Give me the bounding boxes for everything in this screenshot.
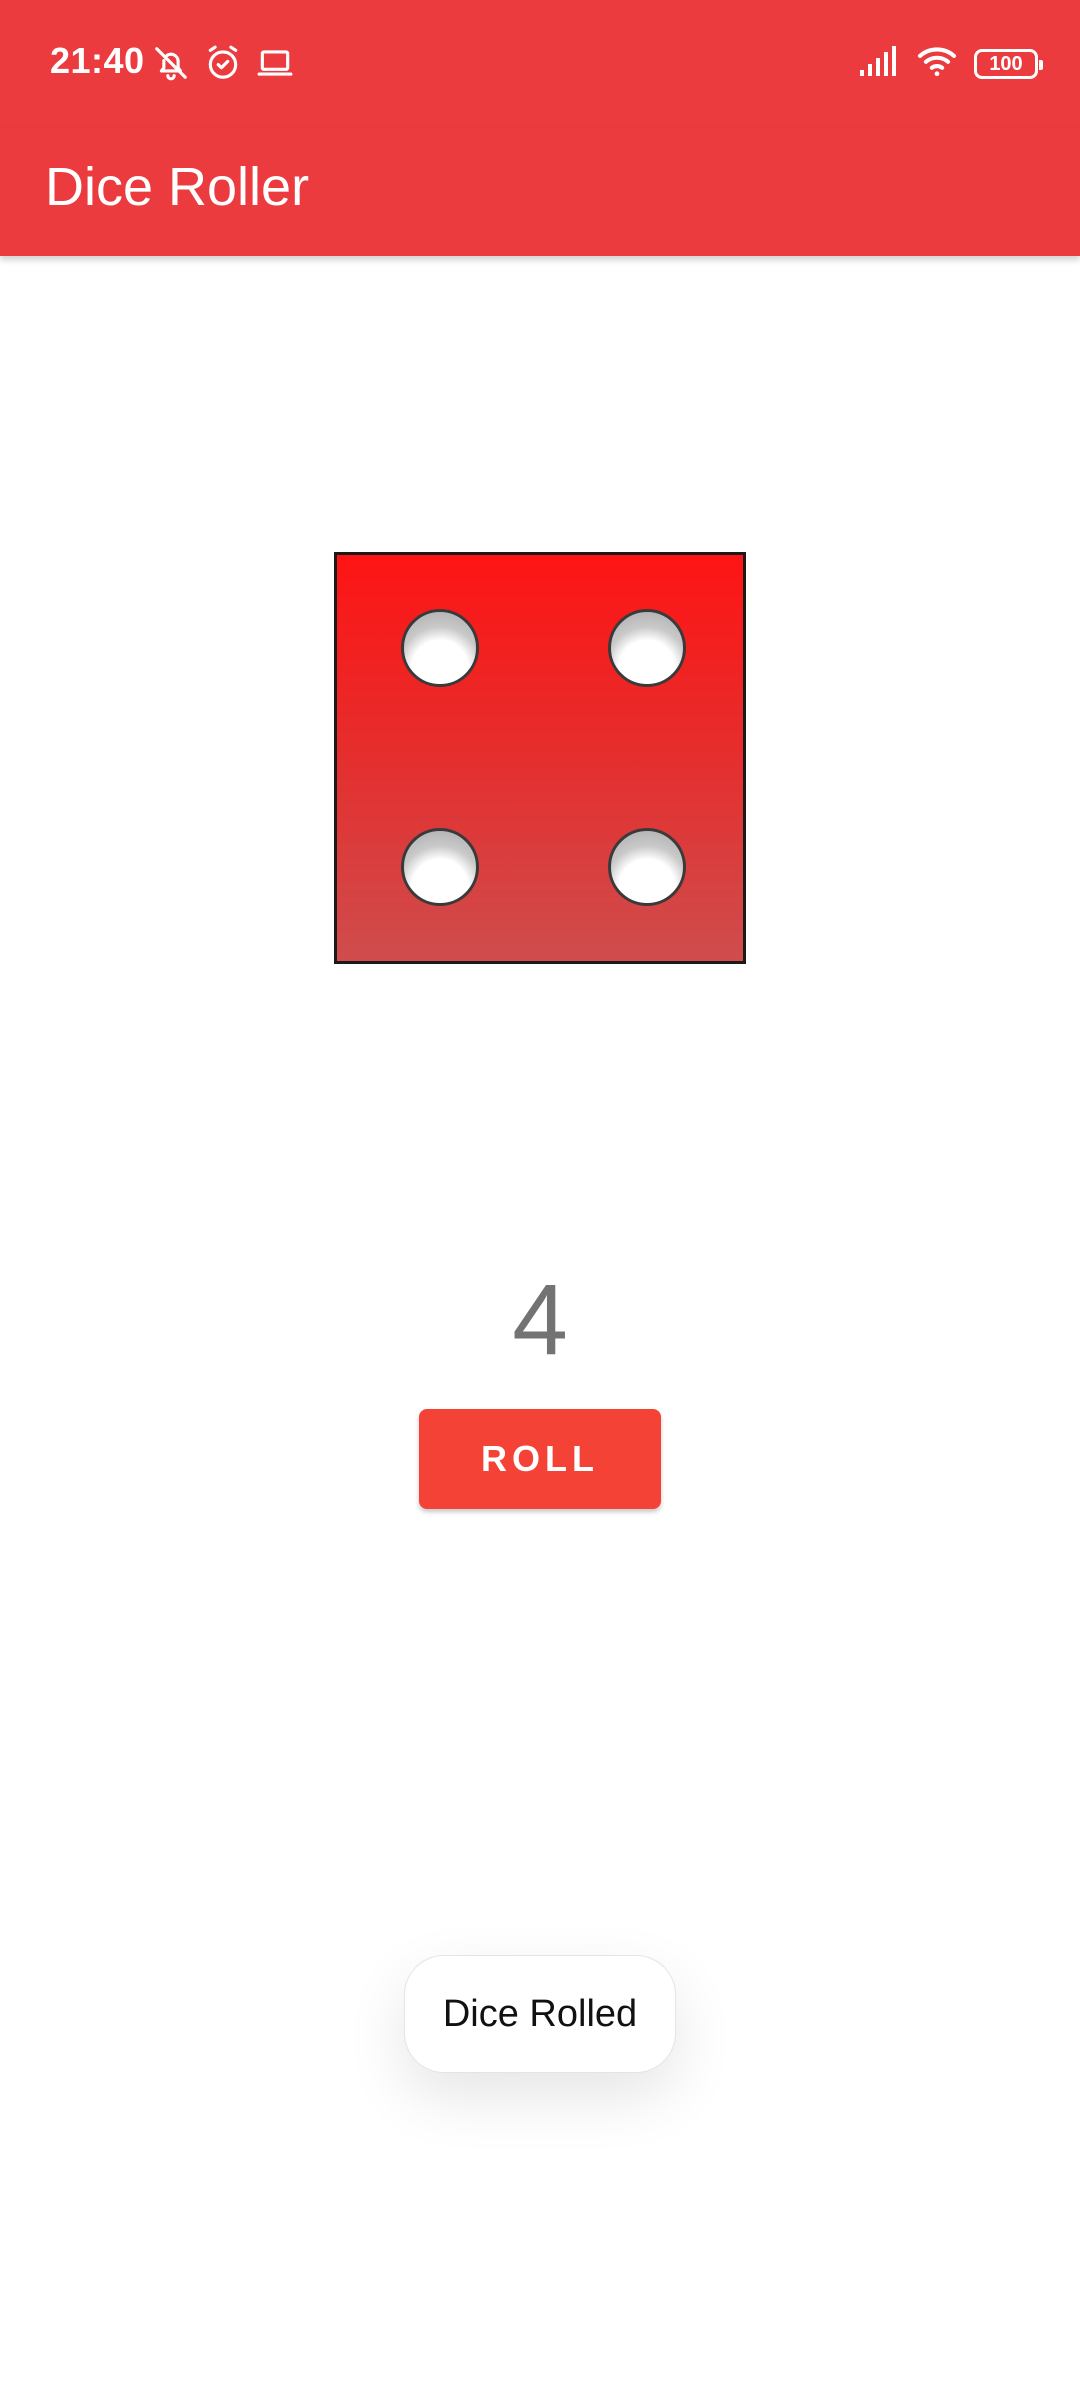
battery-icon: 100 [974,48,1043,79]
status-bar: 21:40 100 [0,0,1080,128]
status-right-icons: 100 [858,44,1043,83]
bell-off-icon [152,44,190,82]
dice-pip [608,609,686,687]
signal-icon [858,44,900,83]
app-bar: Dice Roller [0,128,1080,256]
app-screen: 21:40 100 Dice Roller 4 ROLL Dice Rolled [0,0,1080,2400]
result-text: 4 [512,1264,568,1376]
status-left-icons [152,44,294,82]
laptop-icon [256,44,294,82]
toast: Dice Rolled [404,1955,676,2073]
dice-four-icon [334,552,746,964]
status-time: 21:40 [50,40,145,81]
toast-message: Dice Rolled [442,1992,638,2035]
battery-level: 100 [989,52,1023,75]
app-title: Dice Roller [45,157,310,217]
dice-pip [608,828,686,906]
dice-pip [401,828,479,906]
roll-button[interactable]: ROLL [419,1409,661,1509]
wifi-icon [916,44,958,83]
alarm-icon [204,44,242,82]
dice-pip [401,609,479,687]
